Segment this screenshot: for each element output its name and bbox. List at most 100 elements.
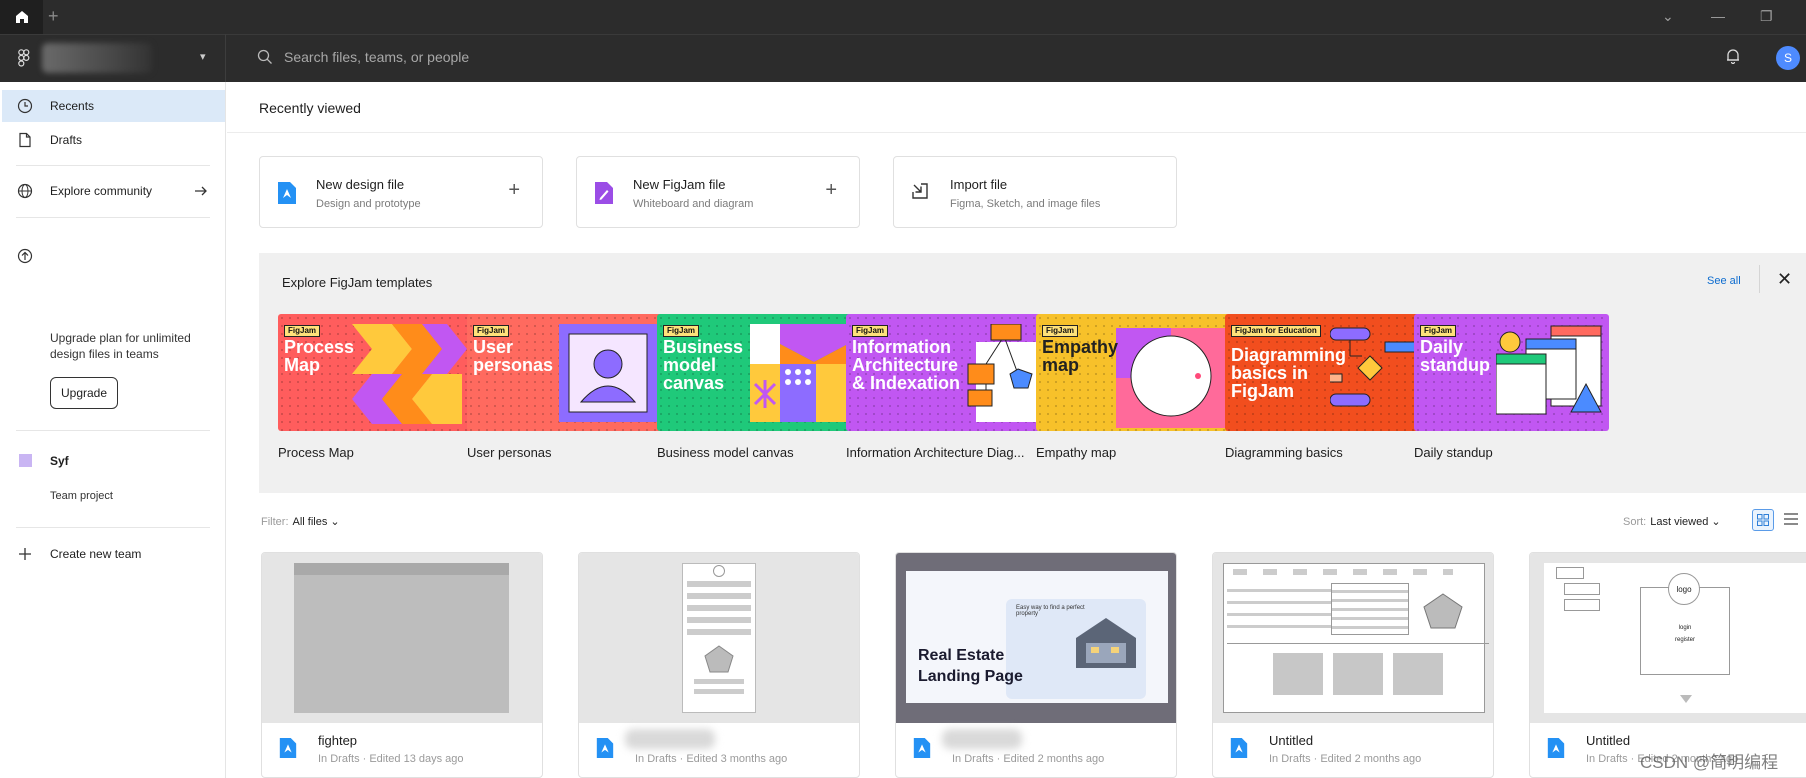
filter-control[interactable]: Filter: All files ⌄	[261, 515, 340, 528]
template-card-title: Information Architecture & Indexation	[852, 337, 961, 393]
restore-button[interactable]: ❐	[1760, 8, 1773, 25]
template-card-process-map[interactable]: FigJam Process Map	[278, 314, 473, 431]
template-name[interactable]: Process Map	[278, 445, 473, 460]
file-thumbnail	[1213, 553, 1493, 723]
template-badge: FigJam	[1042, 325, 1079, 337]
file-card[interactable]: fightep In Drafts · Edited 13 days ago	[261, 552, 543, 778]
page-title: Recently viewed	[259, 100, 361, 116]
title-bar: + ⌄ — ❐	[0, 0, 1806, 34]
file-name: Untitled	[1586, 733, 1631, 748]
clock-icon	[17, 98, 33, 114]
close-icon[interactable]: ✕	[1777, 269, 1792, 290]
team-project-link[interactable]: Team project	[50, 490, 113, 502]
template-name[interactable]: User personas	[467, 445, 662, 460]
thumbnail-subtitle: Easy way to find a perfect property	[1016, 605, 1085, 617]
import-file-card[interactable]: Import file Figma, Sketch, and image fil…	[893, 156, 1177, 228]
team-color-icon	[19, 454, 32, 467]
design-file-icon	[279, 738, 297, 758]
template-card-title: Daily standup	[1420, 337, 1490, 375]
template-name[interactable]: Information Architecture Diag...	[846, 445, 1041, 460]
template-badge: FigJam	[284, 325, 321, 337]
divider	[1759, 265, 1760, 293]
sidebar-item-explore-community[interactable]: Explore community	[2, 175, 225, 207]
sidebar-item-label: Explore community	[50, 184, 153, 198]
file-thumbnail: logo login register	[1530, 553, 1806, 723]
template-illustration	[750, 324, 848, 422]
sort-control[interactable]: Sort: Last viewed ⌄	[1623, 515, 1721, 528]
card-subtitle: Figma, Sketch, and image files	[950, 198, 1101, 210]
template-card-empathy-map[interactable]: FigJam Empathy map	[1036, 314, 1231, 431]
chevron-down-icon: ▾	[200, 51, 206, 63]
sort-label: Sort:	[1623, 516, 1647, 528]
template-card-title: Diagramming basics in FigJam	[1231, 345, 1347, 401]
file-card[interactable]: In Drafts · Edited 3 months ago	[578, 552, 860, 778]
thumbnail-label: logo	[1668, 573, 1700, 605]
search-input[interactable]	[284, 42, 784, 72]
plus-icon: +	[825, 179, 837, 201]
template-card-user-personas[interactable]: FigJam User personas	[467, 314, 662, 431]
globe-icon	[17, 183, 33, 199]
new-design-file-card[interactable]: New design file Design and prototype +	[259, 156, 543, 228]
template-card-title: Process Map	[284, 337, 355, 375]
list-view-icon[interactable]	[1783, 512, 1799, 526]
file-card[interactable]: Untitled In Drafts · Edited 2 months ago	[1212, 552, 1494, 778]
template-name[interactable]: Daily standup	[1414, 445, 1609, 460]
file-card[interactable]: logo login register Untitled In Drafts ·…	[1529, 552, 1806, 778]
sort-value[interactable]: Last viewed ⌄	[1650, 516, 1720, 528]
file-meta: In Drafts · Edited 13 days ago	[318, 753, 464, 765]
card-subtitle: Whiteboard and diagram	[633, 198, 754, 210]
design-file-icon	[913, 738, 931, 758]
divider	[16, 217, 210, 218]
template-illustration	[559, 324, 657, 422]
design-file-icon	[1230, 738, 1248, 758]
file-card[interactable]: Real Estate Landing Page Easy way to fin…	[895, 552, 1177, 778]
upgrade-arrow-icon	[17, 248, 33, 264]
template-name[interactable]: Empathy map	[1036, 445, 1231, 460]
workspace-switcher[interactable]: ▾	[0, 34, 226, 82]
card-title: Import file	[950, 177, 1008, 192]
figma-logo-icon	[18, 49, 30, 67]
new-figjam-file-card[interactable]: New FigJam file Whiteboard and diagram +	[576, 156, 860, 228]
grid-view-button[interactable]	[1752, 509, 1774, 531]
main-content: Recently viewed New design file Design a…	[227, 82, 1806, 778]
avatar[interactable]: S	[1776, 46, 1800, 70]
file-thumbnail: Real Estate Landing Page Easy way to fin…	[896, 553, 1176, 723]
thumbnail-label: login	[1678, 625, 1692, 631]
template-card-title: Business model canvas	[663, 337, 744, 393]
home-tab[interactable]	[0, 0, 43, 34]
figjam-file-icon	[595, 182, 613, 204]
home-icon	[15, 11, 28, 23]
template-card-information-architecture[interactable]: FigJam Information Architecture & Indexa…	[846, 314, 1041, 431]
create-team-label: Create new team	[50, 547, 142, 561]
sidebar: Recents Drafts Explore community Upgrade…	[0, 82, 226, 778]
template-name[interactable]: Business model canvas	[657, 445, 852, 460]
upgrade-button[interactable]: Upgrade	[50, 377, 118, 409]
create-team-button[interactable]: Create new team	[2, 538, 225, 570]
filter-value[interactable]: All files ⌄	[293, 516, 340, 528]
divider	[16, 527, 210, 528]
sidebar-item-label: Recents	[50, 99, 95, 113]
templates-panel: Explore FigJam templates See all ✕ FigJa…	[259, 253, 1806, 493]
template-card-diagramming-basics[interactable]: FigJam for Education Diagramming basics …	[1225, 314, 1420, 431]
team-name[interactable]: Syf	[50, 454, 69, 468]
chevron-down-icon[interactable]: ⌄	[1662, 8, 1674, 25]
sidebar-item-recents[interactable]: Recents	[2, 90, 225, 122]
minimize-button[interactable]: —	[1711, 8, 1725, 24]
template-badge: FigJam	[473, 325, 510, 337]
file-name: fightep	[318, 733, 358, 748]
thumbnail-label: register	[1674, 637, 1695, 643]
see-all-link[interactable]: See all	[1707, 275, 1741, 287]
card-subtitle: Design and prototype	[316, 198, 421, 210]
template-card-daily-standup[interactable]: FigJam Daily standup	[1414, 314, 1609, 431]
template-badge: FigJam for Education	[1231, 325, 1321, 337]
design-file-icon	[278, 182, 296, 204]
divider	[16, 430, 210, 431]
file-icon	[19, 132, 31, 148]
sidebar-item-drafts[interactable]: Drafts	[2, 124, 225, 156]
bell-icon[interactable]	[1725, 48, 1741, 64]
card-title: New design file	[316, 177, 405, 192]
template-card-business-model-canvas[interactable]: FigJam Business model canvas	[657, 314, 852, 431]
new-tab-button[interactable]: +	[48, 6, 59, 27]
template-name[interactable]: Diagramming basics	[1225, 445, 1420, 460]
file-meta: In Drafts · Edited 2 months ago	[1269, 753, 1422, 765]
